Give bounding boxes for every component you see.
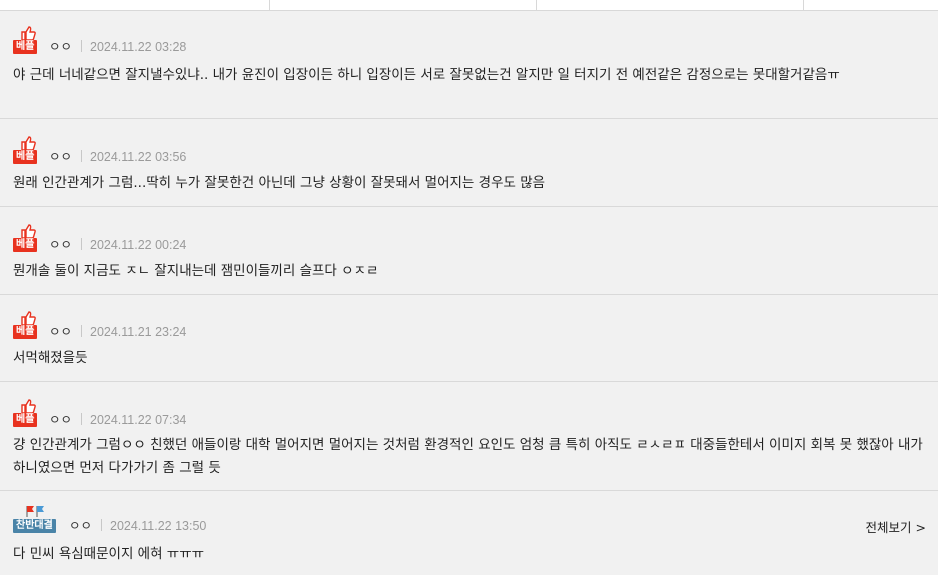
badge-label: 베플 <box>13 40 38 54</box>
comment-meta: 베플 ㅇㅇ 2024.11.22 07:34 <box>13 399 313 427</box>
divider <box>81 413 82 425</box>
author-name[interactable]: ㅇㅇ <box>69 519 92 533</box>
comment-text: 서먹해졌을듯 <box>13 350 88 366</box>
badge-label: 베플 <box>13 150 38 164</box>
divider <box>81 238 82 250</box>
best-badge: 베플 <box>13 399 45 427</box>
divider <box>101 519 102 531</box>
best-badge: 베플 <box>13 224 45 252</box>
comment-text: 원래 인간관계가 그럼...딱히 누가 잘못한건 아닌데 그냥 상황이 잘못돼서… <box>13 175 546 191</box>
comment-meta: 베플 ㅇㅇ 2024.11.22 03:28 <box>13 26 313 54</box>
author-name[interactable]: ㅇㅇ <box>49 325 72 339</box>
comment-date: 2024.11.22 03:28 <box>90 40 187 54</box>
comment-date: 2024.11.21 23:24 <box>90 325 187 339</box>
comment-date: 2024.11.22 00:24 <box>90 238 187 252</box>
badge-label: 베플 <box>13 238 38 252</box>
divider <box>81 40 82 52</box>
comment-text: 뭔개솔 둘이 지금도 ㅈㄴ 잘지내는데 잼민이들끼리 슬프다 ㅇㅈㄹ <box>13 263 379 279</box>
comment-item: 베플 ㅇㅇ 2024.11.22 07:34 걍 인간관계가 그럼ㅇㅇ 친했던 … <box>0 382 938 491</box>
comment-meta: 베플 ㅇㅇ 2024.11.21 23:24 <box>13 311 313 339</box>
best-badge: 베플 <box>13 136 45 164</box>
author-name[interactable]: ㅇㅇ <box>49 40 72 54</box>
comment-meta: 찬반대결 ㅇㅇ 2024.11.22 13:50 <box>13 505 313 533</box>
comment-item: 베플 ㅇㅇ 2024.11.22 00:24 뭔개솔 둘이 지금도 ㅈㄴ 잘지내… <box>0 207 938 295</box>
comment-text: 야 근데 너네같으면 잘지낼수있냐.. 내가 윤진이 입장이든 하니 입장이든 … <box>13 67 840 83</box>
author-name[interactable]: ㅇㅇ <box>49 150 72 164</box>
comment-item: 베플 ㅇㅇ 2024.11.22 03:56 원래 인간관계가 그럼...딱히 … <box>0 119 938 207</box>
comment-date: 2024.11.22 03:56 <box>90 150 187 164</box>
comment-date: 2024.11.22 13:50 <box>110 519 207 533</box>
badge-label: 찬반대결 <box>13 519 56 533</box>
thumbs-up-icon <box>21 26 36 40</box>
best-badge: 베플 <box>13 26 45 54</box>
badge-label: 베플 <box>13 413 38 427</box>
comment-meta: 베플 ㅇㅇ 2024.11.22 03:56 <box>13 136 313 164</box>
comment-date: 2024.11.22 07:34 <box>90 413 187 427</box>
author-name[interactable]: ㅇㅇ <box>49 238 72 252</box>
comment-text: 다 민씨 욕심때문이지 에혀 ㅠㅠㅠ <box>13 546 205 562</box>
comment-text: 걍 인간관계가 그럼ㅇㅇ 친했던 애들이랑 대학 멀어지면 멀어지는 것처럼 환… <box>13 437 923 476</box>
divider <box>81 150 82 162</box>
top-tab-cell[interactable] <box>804 0 938 11</box>
top-tab-cell[interactable] <box>537 0 804 11</box>
comment-item: 찬반대결 ㅇㅇ 2024.11.22 13:50 전체보기 > 다 민씨 욕심때… <box>0 491 938 575</box>
flags-icon <box>26 506 44 517</box>
top-tab-cell[interactable] <box>270 0 537 11</box>
thumbs-up-icon <box>21 224 36 238</box>
author-name[interactable]: ㅇㅇ <box>49 413 72 427</box>
thumbs-up-icon <box>21 399 36 413</box>
best-badge: 베플 <box>13 311 45 339</box>
thumbs-up-icon <box>21 136 36 150</box>
vs-badge: 찬반대결 <box>13 505 63 533</box>
comment-item: 베플 ㅇㅇ 2024.11.22 03:28 야 근데 너네같으면 잘지낼수있냐… <box>0 11 938 119</box>
view-all-link[interactable]: 전체보기 > <box>866 517 926 536</box>
top-tab-cell[interactable] <box>0 0 270 11</box>
comment-meta: 베플 ㅇㅇ 2024.11.22 00:24 <box>13 224 313 252</box>
top-tab-strip <box>0 0 938 11</box>
divider <box>81 325 82 337</box>
thumbs-up-icon <box>21 311 36 325</box>
badge-label: 베플 <box>13 325 38 339</box>
comment-item: 베플 ㅇㅇ 2024.11.21 23:24 서먹해졌을듯 <box>0 295 938 382</box>
